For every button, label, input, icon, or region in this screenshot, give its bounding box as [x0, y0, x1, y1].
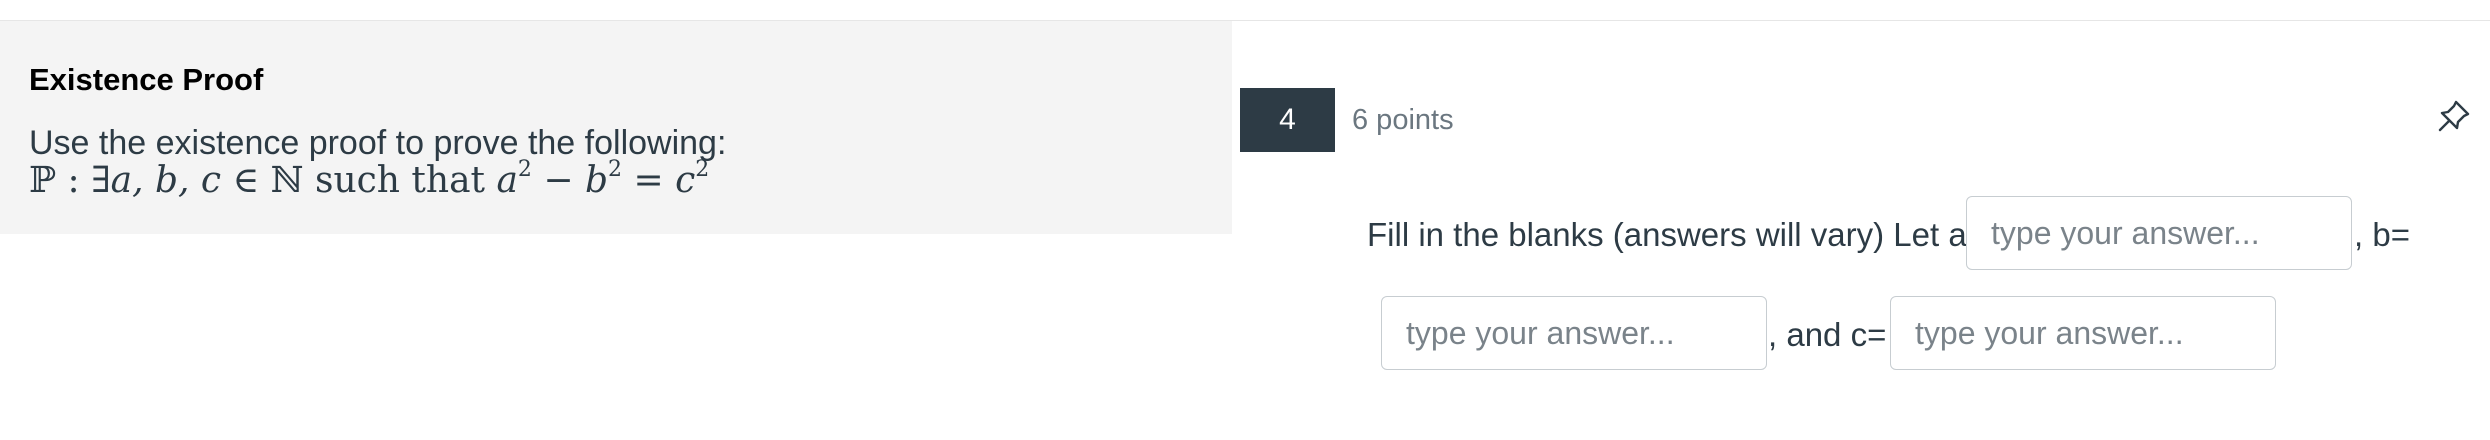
- statement-c: c: [675, 160, 696, 201]
- statement-prefix: ℙ : ∃: [29, 160, 111, 201]
- statement-equals: =: [622, 160, 676, 201]
- statement-exp-b: 2: [608, 157, 623, 182]
- after-b-label: , and c=: [1768, 316, 1887, 353]
- statement-exp-a: 2: [517, 157, 532, 182]
- statement-minus: −: [531, 160, 585, 201]
- answer-b-input[interactable]: [1381, 296, 1767, 370]
- statement-b: b: [584, 160, 609, 201]
- statement-a: a: [496, 160, 518, 201]
- answer-c-input[interactable]: [1890, 296, 2276, 370]
- statement-exp-c: 2: [695, 157, 710, 182]
- quiz-page: Existence Proof Use the existence proof …: [0, 0, 2490, 440]
- pin-icon[interactable]: [2436, 98, 2472, 134]
- after-a-label: , b=: [2354, 216, 2410, 253]
- question-points: 6 points: [1352, 104, 1454, 136]
- question-number-badge: 4: [1240, 88, 1335, 152]
- statement-vars: a, b, c: [110, 160, 222, 201]
- question-prompt: Fill in the blanks (answers will vary) L…: [1367, 216, 1996, 253]
- stimulus-statement: ℙ : ∃a, b, c ∈ ℕ such that a2 − b2 = c2: [29, 157, 710, 202]
- statement-member: ∈ ℕ such that: [221, 160, 497, 201]
- stimulus-title: Existence Proof: [29, 62, 264, 97]
- pin-icon-graphic: [2438, 100, 2470, 132]
- answer-a-input[interactable]: [1966, 196, 2352, 270]
